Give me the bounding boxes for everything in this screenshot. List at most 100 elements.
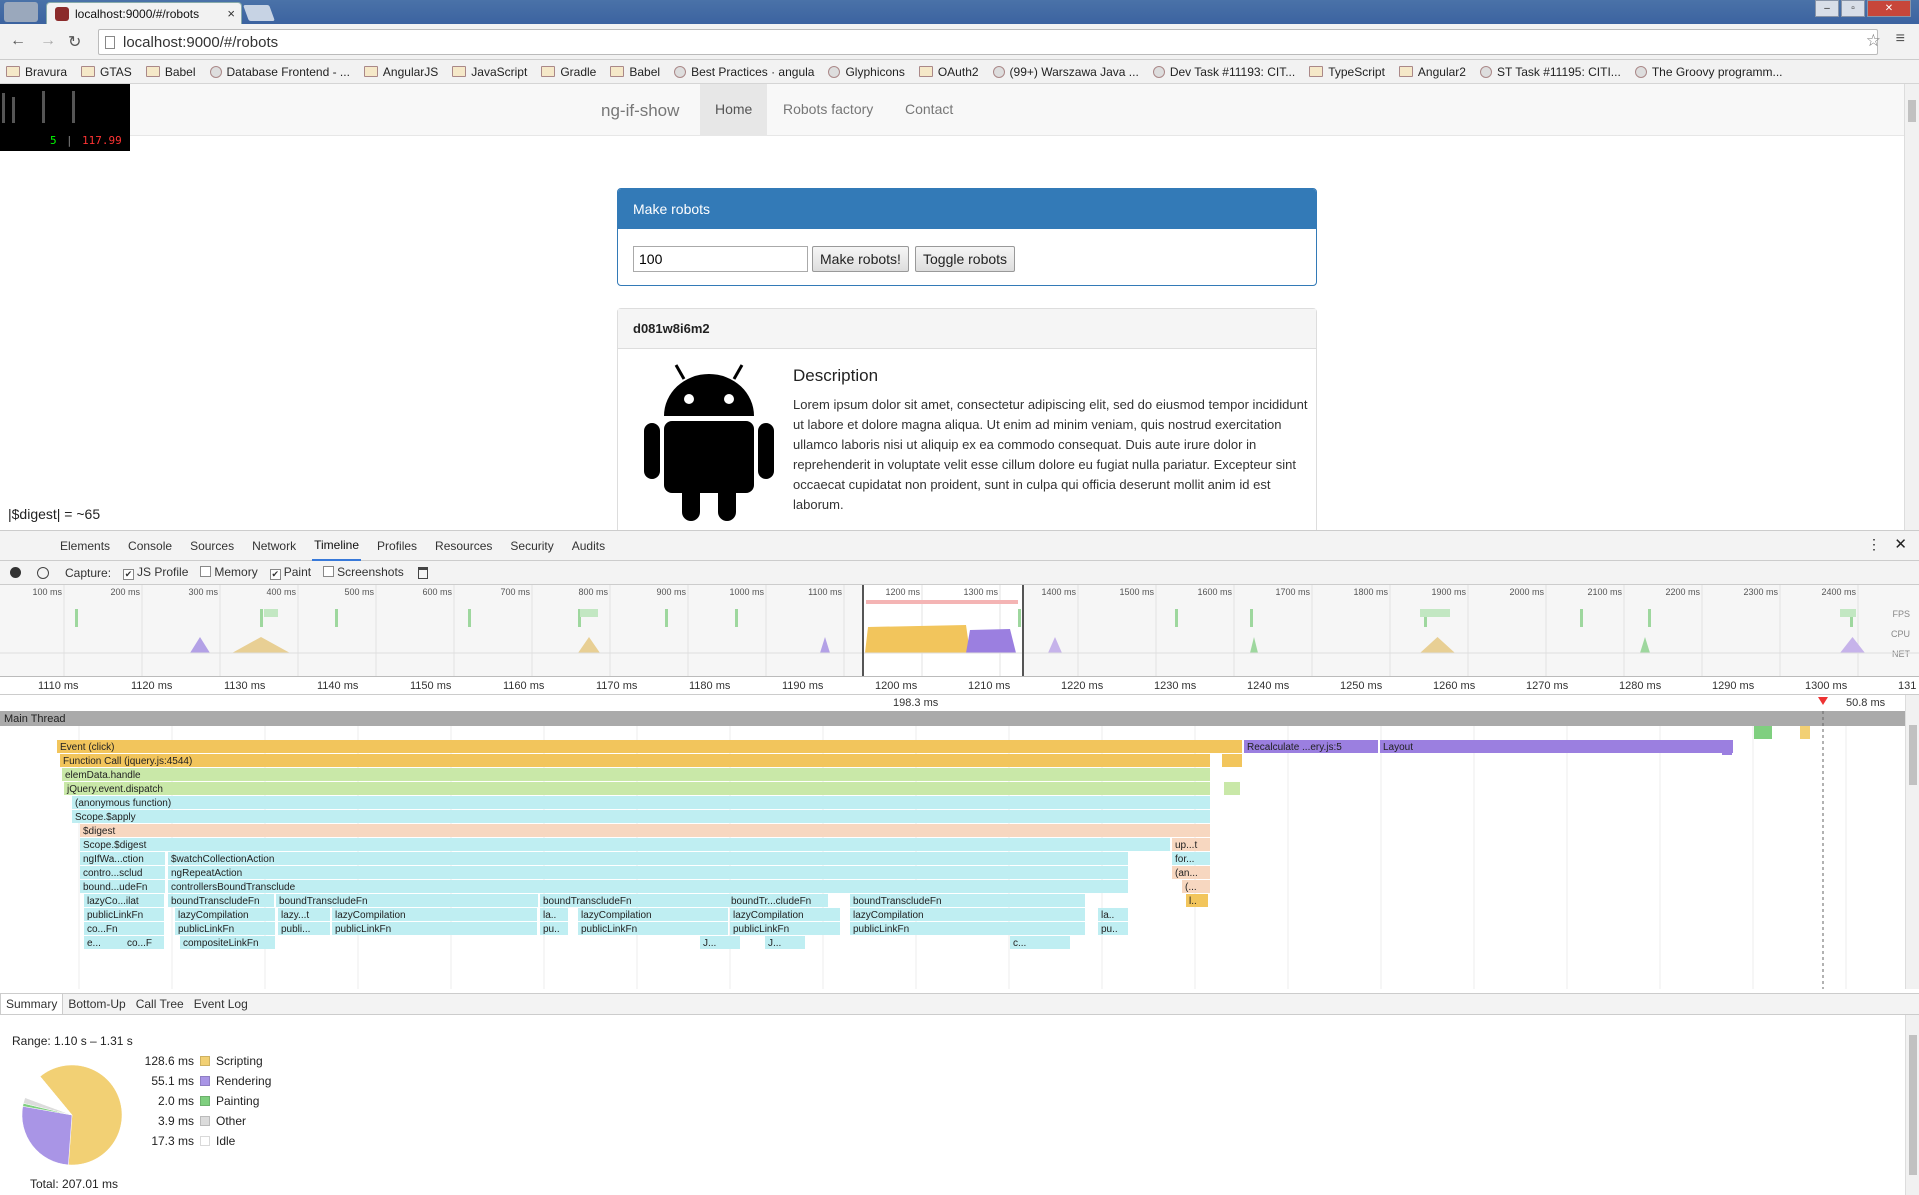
make-robots-button[interactable]: Make robots! [812,246,909,272]
flame-label: bound...udeFn [83,882,148,893]
scroll-thumb[interactable] [1908,100,1916,122]
browser-tab[interactable]: localhost:9000/#/robots × [46,2,242,26]
devtools-menu-icon[interactable]: ⋮ [1867,536,1881,553]
overview-selection-window[interactable] [862,585,1024,676]
devtools-tab-console[interactable]: Console [126,532,174,560]
capture-option[interactable]: Memory [200,565,258,580]
stats-ms: 117.99 [82,134,122,147]
folder-icon [610,66,625,77]
reload-icon[interactable]: ↻ [68,32,81,52]
toggle-robots-button[interactable]: Toggle robots [915,246,1016,272]
flame-chart[interactable]: Main Thread Event (click) Recalculate ...e… [0,711,1905,989]
flame-block[interactable] [1222,754,1242,767]
checkbox[interactable]: ✔ [269,569,281,580]
folder-icon [918,66,933,77]
devtools-close-icon[interactable]: ✕ [1894,535,1907,553]
bookmark-item[interactable]: TypeScript [1309,64,1385,79]
details-tab-summary[interactable]: Summary [0,994,64,1014]
capture-option[interactable]: ✔ Paint [269,565,311,580]
bookmark-item[interactable]: Gradle [541,64,596,79]
record-icon[interactable] [10,567,21,578]
forward-arrow-icon[interactable]: → [40,32,56,50]
selection-duration: 198.3 ms [893,697,939,709]
devtools-tab-sources[interactable]: Sources [188,532,236,560]
nav-home[interactable]: Home [700,84,768,136]
flame-block[interactable] [168,852,1128,865]
bookmark-item[interactable]: AngularJS [363,64,438,79]
bookmark-item[interactable]: JavaScript [452,64,527,79]
devtools-tab-resources[interactable]: Resources [433,532,494,560]
clear-icon[interactable] [37,566,49,579]
bookmark-item[interactable]: (99+) Warszawa Java ... [992,64,1139,79]
bookmark-item[interactable]: Babel [610,64,660,79]
flame-block[interactable] [1380,740,1733,753]
devtools-tab-audits[interactable]: Audits [570,532,607,560]
flame-block[interactable] [80,824,1210,837]
close-window-button[interactable]: ✕ [1867,0,1911,17]
scroll-thumb[interactable] [1909,725,1917,785]
new-tab-button[interactable] [243,5,275,21]
flame-block[interactable] [64,782,1210,795]
minimize-button[interactable]: – [1815,0,1839,17]
nav-robots-factory[interactable]: Robots factory [768,84,888,136]
flame-block[interactable] [72,810,1210,823]
nav-contact[interactable]: Contact [890,84,968,136]
flame-block[interactable] [60,754,1210,767]
maximize-button[interactable]: ▫ [1841,0,1865,17]
overview-tick-label: 2000 ms [1509,587,1544,597]
chrome-user-icon[interactable] [4,2,38,22]
bookmark-item[interactable]: Glyphicons [828,64,905,79]
bookmark-star-icon[interactable]: ☆ [1866,31,1881,51]
bookmark-item[interactable]: OAuth2 [918,64,979,79]
bookmark-label: (99+) Warszawa Java ... [1009,64,1139,79]
bookmark-item[interactable]: Bravura [6,64,67,79]
bookmark-item[interactable]: GTAS [81,64,132,79]
capture-option[interactable]: ✔ JS Profile [123,565,188,580]
flame-block[interactable] [57,740,1242,753]
bookmark-item[interactable]: Database Frontend - ... [209,64,350,79]
bookmark-item[interactable]: Angular2 [1398,64,1466,79]
summary-scrollbar[interactable] [1905,1015,1919,1195]
flame-block[interactable] [168,880,1128,893]
chrome-menu-icon[interactable]: ≡ [1896,30,1905,48]
legend-value: 2.0 ms [157,1094,194,1108]
devtools-tab-timeline[interactable]: Timeline [312,531,362,561]
capture-option[interactable]: Screenshots [323,565,404,580]
flame-block[interactable] [62,768,1210,781]
tab-close-icon[interactable]: × [227,6,235,21]
flame-label: boundTranscludeFn [171,896,260,907]
bookmark-item[interactable]: The Groovy programm... [1634,64,1783,79]
details-tab-event-log[interactable]: Event Log [189,994,253,1014]
ruler-tick-label: 1180 ms [689,680,731,692]
url-input[interactable]: localhost:9000/#/robots [98,29,1878,55]
page-icon [105,36,115,49]
bookmark-item[interactable]: Dev Task #11193: CIT... [1152,64,1295,79]
flame-scrollbar[interactable] [1905,695,1919,989]
scroll-thumb[interactable] [1909,1035,1917,1175]
back-arrow-icon[interactable]: ← [10,32,26,50]
checkbox[interactable]: ✔ [123,569,135,580]
flame-block[interactable] [1224,782,1240,795]
bookmark-item[interactable]: ST Task #11195: CITI... [1479,64,1621,79]
flame-block[interactable] [72,796,1210,809]
app-brand[interactable]: ng-if-show [601,101,679,121]
devtools-tab-security[interactable]: Security [508,532,555,560]
trash-icon[interactable] [417,566,428,579]
details-tab-call-tree[interactable]: Call Tree [131,994,189,1014]
legend-row-painting: 2.0 ms Painting [140,1093,259,1109]
flame-block[interactable] [168,866,1128,879]
bookmark-item[interactable]: Babel [145,64,196,79]
details-tab-bottom-up[interactable]: Bottom-Up [63,994,130,1014]
timeline-overview[interactable]: 100 ms 200 ms 300 ms 400 ms 500 ms 600 ms 700 … [0,585,1919,677]
bookmark-item[interactable]: Best Practices · angula [674,64,814,79]
redmine-icon [1152,65,1165,78]
folder-icon [452,66,467,77]
page-scrollbar[interactable] [1904,84,1919,530]
robot-count-input[interactable] [633,246,808,272]
devtools-tab-profiles[interactable]: Profiles [375,532,419,560]
checkbox[interactable] [323,566,335,577]
devtools-tab-network[interactable]: Network [250,532,298,560]
checkbox[interactable] [200,566,212,577]
devtools-tab-elements[interactable]: Elements [58,532,112,560]
flame-block[interactable] [80,838,1170,851]
